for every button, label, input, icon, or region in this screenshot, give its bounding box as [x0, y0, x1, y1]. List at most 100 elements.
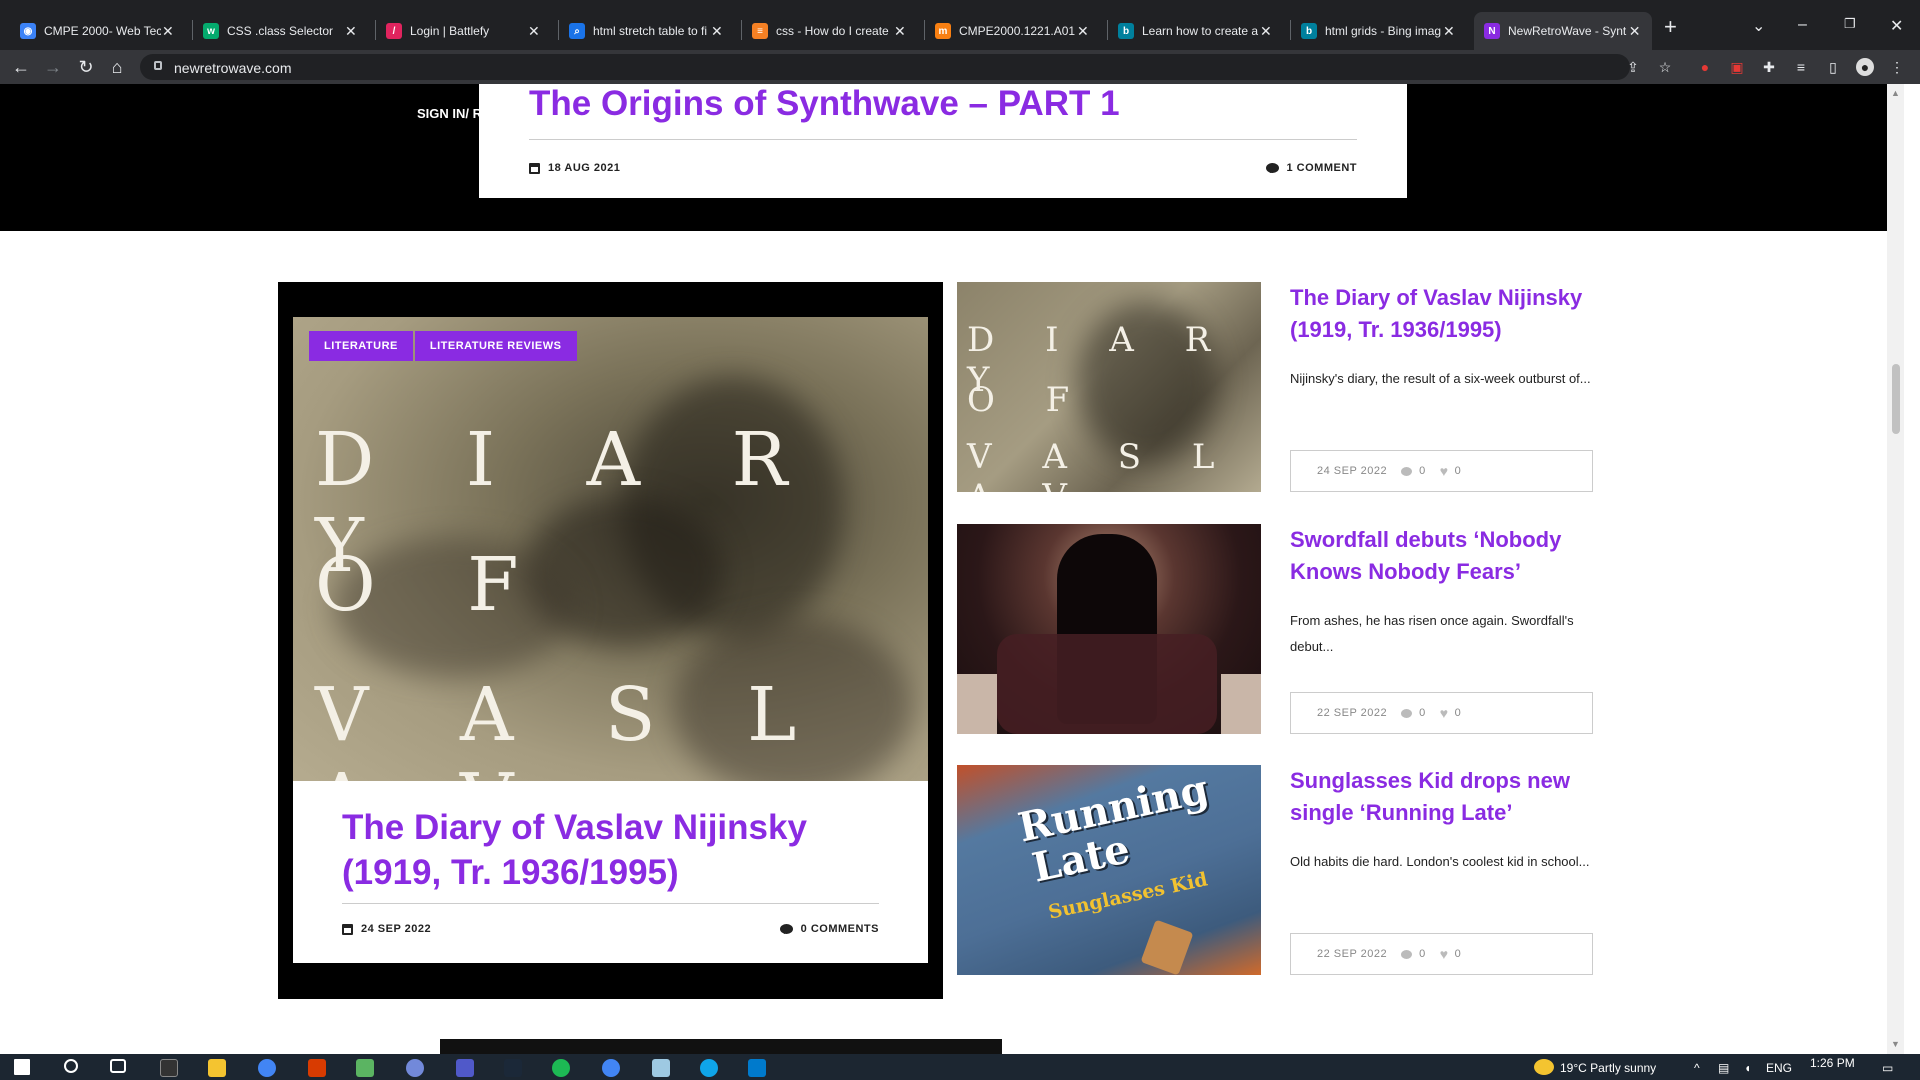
comments-count[interactable]: 0	[1401, 465, 1426, 477]
close-icon[interactable]: ✕	[1442, 23, 1456, 40]
edge-icon[interactable]	[700, 1059, 718, 1077]
tab-stackoverflow[interactable]: ≡ css - How do I create ✕	[742, 12, 917, 50]
file-explorer-icon[interactable]	[208, 1059, 226, 1077]
close-icon[interactable]: ✕	[710, 23, 724, 40]
puzzle-extensions-icon[interactable]: ✚	[1760, 58, 1778, 76]
windows-start-icon[interactable]	[14, 1059, 30, 1075]
spotify-icon[interactable]	[552, 1059, 570, 1077]
network-icon[interactable]: ▤	[1718, 1061, 1729, 1075]
sign-in-link[interactable]: SIGN IN/ R	[417, 106, 482, 121]
side-post-title[interactable]: Swordfall debuts ‘Nobody Knows Nobody Fe…	[1290, 524, 1593, 588]
weather-icon[interactable]	[1534, 1059, 1554, 1075]
scroll-up-arrow[interactable]: ▲	[1891, 88, 1900, 98]
likes-count[interactable]: ♥ 0	[1440, 705, 1461, 721]
side-post: Running Late Sunglasses Kid Sunglasses K…	[957, 765, 1593, 975]
tab-css-class-selector[interactable]: w CSS .class Selector ✕	[193, 12, 368, 50]
close-icon[interactable]: ✕	[344, 23, 358, 40]
teams-icon[interactable]	[456, 1059, 474, 1077]
bing-icon: b	[1118, 23, 1134, 39]
new-tab-button[interactable]: +	[1664, 16, 1677, 38]
language-indicator[interactable]: ENG	[1766, 1061, 1792, 1075]
likes-count[interactable]: ♥ 0	[1440, 946, 1461, 962]
hero-post-date: 18 AUG 2021	[529, 162, 620, 174]
tab-moodle[interactable]: m CMPE2000.1221.A01.F ✕	[925, 12, 1100, 50]
hero-post-title[interactable]: The Origins of Synthwave – PART 1	[529, 84, 1120, 124]
office-icon[interactable]	[308, 1059, 326, 1077]
moodle-icon: m	[935, 23, 951, 39]
bing-icon: b	[1301, 23, 1317, 39]
steam-icon[interactable]	[504, 1059, 522, 1077]
bookmark-star-icon[interactable]: ☆	[1656, 58, 1674, 76]
extension-icon[interactable]: ▣	[1728, 58, 1746, 76]
app-icon[interactable]	[652, 1059, 670, 1077]
app-icon[interactable]	[356, 1059, 374, 1077]
side-post-title[interactable]: Sunglasses Kid drops new single ‘Running…	[1290, 765, 1593, 829]
profile-avatar[interactable]: ●	[1856, 58, 1874, 76]
notifications-icon[interactable]: ▭	[1882, 1061, 1893, 1075]
share-icon[interactable]: ⇪	[1624, 58, 1642, 76]
address-bar[interactable]: newretrowave.com	[140, 54, 1630, 80]
window-close-icon[interactable]: ✕	[1890, 16, 1903, 36]
close-icon[interactable]: ✕	[893, 23, 907, 40]
chrome-icon[interactable]	[258, 1059, 276, 1077]
side-post-title[interactable]: The Diary of Vaslav Nijinsky (1919, Tr. …	[1290, 282, 1593, 346]
close-icon[interactable]: ✕	[1259, 23, 1273, 40]
side-panel-icon[interactable]: ▯	[1824, 58, 1842, 76]
scroll-down-arrow[interactable]: ▼	[1891, 1039, 1900, 1049]
extension-adblock-icon[interactable]: ●	[1696, 58, 1714, 76]
tab-title: CMPE2000.1221.A01.F	[959, 24, 1076, 38]
search-icon[interactable]	[64, 1059, 78, 1073]
tag-literature-reviews[interactable]: LITERATURE REVIEWS	[414, 331, 577, 361]
comments-count[interactable]: 0	[1401, 948, 1426, 960]
volume-icon[interactable]: ◖	[1744, 1061, 1751, 1075]
close-icon[interactable]: ✕	[1627, 23, 1642, 40]
page-scrollbar[interactable]: ▲ ▼	[1887, 84, 1904, 1054]
side-post-thumbnail[interactable]: Running Late Sunglasses Kid	[957, 765, 1261, 975]
task-view-icon[interactable]	[110, 1059, 126, 1073]
forward-icon[interactable]: →	[42, 56, 64, 78]
newretrowave-icon: N	[1484, 23, 1500, 39]
terminal-icon[interactable]	[160, 1059, 178, 1077]
tab-cmpe-2000[interactable]: ◉ CMPE 2000- Web Tech ✕	[10, 12, 185, 50]
w3schools-icon: w	[203, 23, 219, 39]
close-icon[interactable]: ✕	[527, 23, 541, 40]
likes-count[interactable]: ♥ 0	[1440, 463, 1461, 479]
tab-search-icon[interactable]: ⌄	[1752, 16, 1765, 36]
restore-icon[interactable]: ❐	[1844, 16, 1856, 32]
menu-kebab-icon[interactable]: ⋮	[1888, 58, 1906, 76]
minimize-icon[interactable]: –	[1798, 16, 1807, 34]
tray-chevron-icon[interactable]: ^	[1694, 1061, 1700, 1075]
featured-post-image[interactable]: D I A R Y O F V A S L A V	[293, 317, 928, 781]
tab-html-stretch-table[interactable]: ⌕ html stretch table to fi ✕	[559, 12, 734, 50]
tab-bing-grids[interactable]: b html grids - Bing imag ✕	[1291, 12, 1466, 50]
os-taskbar: 19°C Partly sunny ^ ▤ ◖ ENG 1:26 PM ▭	[0, 1054, 1920, 1080]
tab-battlefy[interactable]: / Login | Battlefy ✕	[376, 12, 551, 50]
close-icon[interactable]: ✕	[161, 23, 175, 40]
chrome-active-icon[interactable]	[602, 1059, 620, 1077]
back-icon[interactable]: ←	[10, 56, 32, 78]
image-text: V A S L A V	[315, 672, 831, 781]
image-text: O F	[315, 542, 553, 628]
scrollbar-thumb[interactable]	[1892, 364, 1900, 434]
hero-post-comments[interactable]: 1 COMMENT	[1265, 162, 1358, 174]
side-post-thumbnail[interactable]	[957, 524, 1261, 734]
tab-newretrowave[interactable]: N NewRetroWave - Synth ✕	[1474, 12, 1652, 50]
side-post-meta: 22 SEP 2022 0 ♥ 0	[1290, 933, 1593, 975]
clock[interactable]: 1:26 PM	[1810, 1056, 1855, 1070]
tag-literature[interactable]: LITERATURE	[309, 331, 413, 361]
discord-icon[interactable]	[406, 1059, 424, 1077]
featured-post-comments[interactable]: 0 COMMENTS	[779, 923, 879, 935]
reading-list-icon[interactable]: ≡	[1792, 58, 1810, 76]
side-post-thumbnail[interactable]: D I A R Y O F V A S L A V	[957, 282, 1261, 492]
reload-icon[interactable]: ↻	[75, 56, 97, 78]
comments-count[interactable]: 0	[1401, 707, 1426, 719]
weather-text[interactable]: 19°C Partly sunny	[1560, 1061, 1656, 1075]
tab-bing-learn[interactable]: b Learn how to create a ✕	[1108, 12, 1283, 50]
featured-post-title[interactable]: The Diary of Vaslav Nijinsky (1919, Tr. …	[342, 805, 882, 895]
side-post: D I A R Y O F V A S L A V The Diary of V…	[957, 282, 1593, 492]
image-text: V A S L A V	[967, 437, 1235, 492]
home-icon[interactable]: ⌂	[106, 56, 128, 78]
close-icon[interactable]: ✕	[1076, 23, 1090, 40]
side-post-excerpt: Old habits die hard. London's coolest ki…	[1290, 854, 1590, 869]
vscode-icon[interactable]	[748, 1059, 766, 1077]
